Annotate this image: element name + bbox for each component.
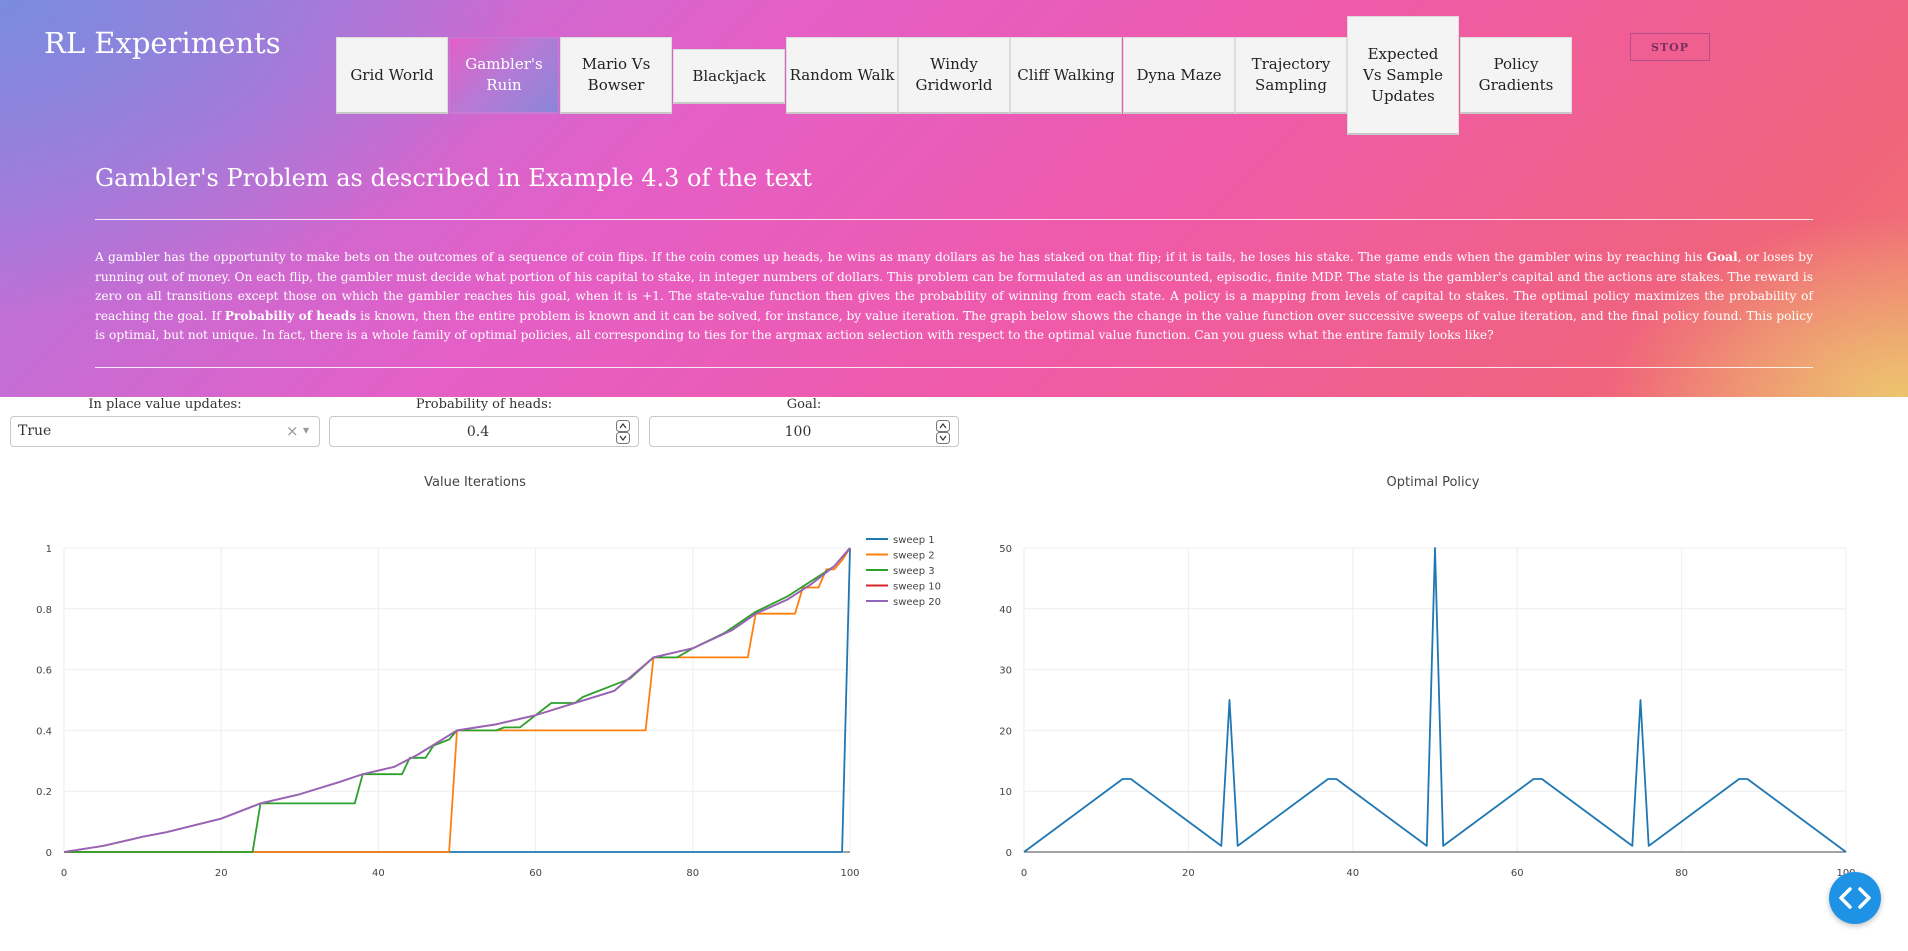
page-title: Gambler's Problem as described in Exampl…	[95, 164, 812, 192]
tab-expected-vs-sample-updates[interactable]: Expected Vs Sample Updates	[1347, 16, 1459, 135]
app-title: RL Experiments	[44, 26, 281, 60]
probability-value: 0.4	[466, 424, 490, 440]
tab-label: Blackjack	[692, 66, 766, 85]
optimal-policy-chart: 02040608010001020304050	[999, 544, 1855, 879]
tab-dyna-maze[interactable]: Dyna Maze	[1123, 37, 1235, 114]
x-tick-label: 40	[372, 868, 385, 879]
legend-label: sweep 20	[893, 597, 941, 608]
code-icon	[1839, 887, 1871, 909]
probability-label: Probability of heads:	[415, 397, 553, 412]
goal-input[interactable]: 100	[649, 416, 959, 447]
value-iterations-chart: 0 20 40 60 80 100 0 0.2 0.4 0.6 0.8 1 sweep 1 sweep 2…	[36, 535, 941, 879]
y-tick-label: 0.4	[36, 726, 52, 737]
x-tick-label: 80	[686, 868, 699, 879]
tab-grid-world[interactable]: Grid World	[336, 37, 448, 114]
clear-icon[interactable]: ×	[286, 422, 299, 440]
description-emphasis: Goal	[1706, 250, 1738, 264]
x-tick-label: 60	[529, 868, 542, 879]
series-line	[63, 547, 851, 853]
x-tick-label: 20	[215, 868, 228, 879]
hero-banner: RL Experiments Grid World Gambler's Ruin…	[0, 0, 1908, 397]
description-emphasis: Probabiliy of heads	[224, 308, 357, 323]
y-tick-label: 0	[1006, 848, 1012, 859]
x-tick-label: 20	[1182, 868, 1195, 879]
x-tick-label: 40	[1346, 868, 1359, 879]
inplace-label: In place value updates:	[88, 397, 242, 412]
legend-label: sweep 3	[893, 566, 935, 577]
goal-value: 100	[784, 424, 812, 440]
divider	[95, 219, 1813, 220]
y-tick-label: 0.2	[36, 787, 52, 798]
tab-random-walk[interactable]: Random Walk	[786, 37, 898, 114]
code-toggle-button[interactable]	[1829, 872, 1881, 924]
legend-label: sweep 1	[893, 535, 935, 546]
tab-mario-vs-bowser[interactable]: Mario Vs Bowser	[560, 37, 672, 114]
x-tick-label: 80	[1675, 868, 1688, 879]
tab-label: Expected Vs Sample Updates	[1362, 44, 1444, 105]
tab-cliff-walking[interactable]: Cliff Walking	[1010, 37, 1122, 114]
tab-policy-gradients[interactable]: Policy Gradients	[1460, 37, 1572, 114]
tab-label: Mario Vs Bowser	[581, 55, 651, 94]
chevron-down-icon[interactable]: ▾	[303, 423, 309, 437]
y-tick-label: 10	[999, 787, 1012, 798]
tab-label: Dyna Maze	[1136, 65, 1222, 84]
y-tick-label: 1	[46, 544, 52, 555]
y-tick-label: 0.6	[36, 666, 52, 677]
y-tick-label: 0.8	[36, 605, 52, 616]
value-iterations-title: Value Iterations	[424, 475, 526, 490]
series-line	[63, 547, 851, 853]
legend-label: sweep 10	[893, 582, 941, 593]
divider	[95, 367, 1813, 368]
x-tick-label: 0	[61, 868, 67, 879]
series-line	[64, 547, 851, 853]
x-tick-label: 0	[1021, 868, 1027, 879]
stop-button-label: STOP	[1651, 40, 1689, 54]
x-tick-label: 100	[840, 868, 859, 879]
spinner-icon[interactable]	[936, 420, 950, 444]
tab-label: Random Walk	[789, 65, 895, 84]
series-line	[64, 547, 851, 853]
y-tick-label: 50	[999, 544, 1012, 555]
stop-button[interactable]: STOP	[1630, 33, 1710, 61]
description-text: A gambler has the opportunity to make be…	[95, 250, 1707, 264]
tab-gamblers-ruin[interactable]: Gambler's Ruin	[449, 37, 559, 114]
description-paragraph: A gambler has the opportunity to make be…	[95, 248, 1813, 346]
tab-label: Grid World	[350, 65, 434, 84]
inplace-selected-value: True	[18, 423, 52, 439]
probability-input[interactable]: 0.4	[329, 416, 639, 447]
y-tick-label: 40	[999, 605, 1012, 616]
tab-label: Policy Gradients	[1478, 55, 1554, 94]
legend-label: sweep 2	[893, 551, 935, 562]
tab-trajectory-sampling[interactable]: Trajectory Sampling	[1235, 37, 1347, 114]
tab-blackjack[interactable]: Blackjack	[673, 49, 785, 104]
tab-label: Windy Gridworld	[915, 55, 993, 94]
y-tick-label: 0	[46, 848, 52, 859]
goal-label: Goal:	[786, 397, 822, 412]
inplace-dropdown[interactable]: True × ▾	[10, 416, 320, 447]
series-line	[64, 547, 851, 853]
tab-label: Trajectory Sampling	[1251, 55, 1331, 94]
spinner-icon[interactable]	[616, 420, 630, 444]
tab-windy-gridworld[interactable]: Windy Gridworld	[898, 37, 1010, 114]
tab-label: Gambler's Ruin	[465, 55, 543, 94]
y-tick-label: 20	[999, 726, 1012, 737]
x-tick-label: 60	[1511, 868, 1524, 879]
y-tick-label: 30	[999, 666, 1012, 677]
tab-label: Cliff Walking	[1017, 65, 1115, 84]
series-line	[1023, 547, 1847, 853]
optimal-policy-title: Optimal Policy	[1386, 475, 1480, 490]
